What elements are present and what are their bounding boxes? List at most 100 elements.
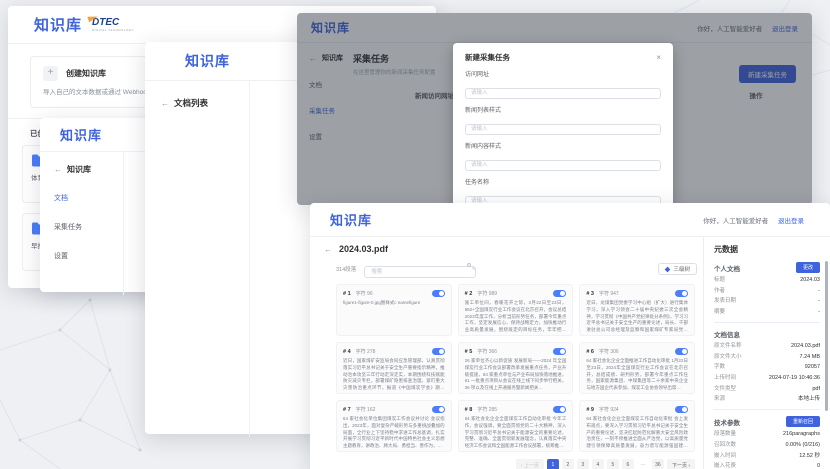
chunk-char-count: 字符 285	[477, 406, 497, 413]
scrollbar-thumb[interactable]	[825, 261, 828, 411]
doc-type-label: 个人文档	[714, 263, 740, 273]
new-task-modal: 新建采集任务 × 访问网址 新闻列表样式 新闻内容样式	[453, 43, 673, 205]
pagination-page-button[interactable]: 2	[562, 459, 574, 469]
tech-fields: 段落数量 216paragraphs 召回次数 0.00% (0/216) 嵌入…	[714, 431, 820, 469]
document-title: 2024.03.pdf	[339, 244, 388, 254]
meta-row: 标题 2024.03	[714, 277, 820, 284]
diamond-icon	[665, 266, 671, 272]
field-input[interactable]	[465, 88, 661, 99]
chunk-char-count: 字符 924	[599, 406, 619, 413]
chunk-number: # 6	[586, 349, 594, 355]
doc-info-title: 文档信息	[714, 329, 740, 339]
metadata-title: 元数据	[714, 244, 820, 255]
back-label: 文档列表	[174, 97, 208, 109]
chunk-number: # 3	[586, 291, 594, 297]
pagination-page-button[interactable]: 3	[577, 459, 589, 469]
chunk-card[interactable]: # 6 字符 306 64 家社会化企业全面推进工作自动化审批 1月22日至23…	[579, 342, 695, 394]
tree-level-button[interactable]: 三级树	[658, 263, 697, 275]
chunk-enabled-toggle[interactable]	[553, 406, 566, 413]
close-icon[interactable]: ×	[656, 53, 661, 62]
create-kb-title: 创建知识库	[66, 68, 106, 79]
field-label: 任务名称	[465, 177, 661, 186]
chunk-char-count: 字符 162	[356, 406, 376, 413]
back-arrow-icon[interactable]: ←	[324, 245, 332, 254]
sidebar: ← 知识库 文档 采集任务 设置	[40, 152, 124, 295]
metadata-panel: 元数据 个人文档 更改 标题 2024.03 作者 -	[703, 237, 830, 469]
sidebar-nav-item[interactable]: 文档	[54, 193, 123, 203]
chunk-enabled-toggle[interactable]	[432, 348, 445, 355]
chunk-enabled-toggle[interactable]	[675, 290, 688, 297]
app-title: 知识库	[185, 51, 230, 71]
chunk-card[interactable]: # 7 字符 162 64 家社会化单位集团煤炭工作会议并讨论 会议指出，202…	[336, 400, 452, 452]
meta-row: 文件类型 pdf	[714, 386, 820, 393]
chunk-card[interactable]: # 3 字符 947 近日，龙煤集团党委学习中心组（扩大）进行集体学习，深入学习…	[579, 284, 695, 336]
tech-params-title: 技术参数	[714, 417, 740, 427]
info-fields: 原文件名称 2024.03.pdf 原文件大小 7.24 MB 字数 92057	[714, 343, 820, 403]
edit-metadata-button[interactable]: 更改	[796, 262, 820, 273]
back-nav[interactable]: ← 文档列表	[161, 97, 249, 109]
meta-row: 来源 本地上传	[714, 396, 820, 403]
chunk-text: figure1-figure-0.jpg图样式c namefigure	[343, 300, 445, 307]
chunk-char-count: 字符 96	[356, 290, 373, 297]
meta-row: 摘要 -	[714, 309, 820, 316]
chunk-number: # 2	[465, 291, 473, 297]
window-collection-tasks: 知识库 你好，人工智能爱好者 退出登录 ← 知识库 文档 采集任务 设置 采集任…	[297, 13, 812, 205]
chunk-card[interactable]: # 2 字符 989 施工单位间，春暖花开之际，3月22日至23日，962+全国…	[458, 284, 574, 336]
chunk-char-count: 字符 366	[477, 348, 497, 355]
chunk-enabled-toggle[interactable]	[432, 406, 445, 413]
logout-link[interactable]: 退出登录	[778, 218, 804, 225]
chunk-enabled-toggle[interactable]	[553, 290, 566, 297]
chunk-enabled-toggle[interactable]	[553, 348, 566, 355]
meta-row: 召回次数 0.00% (0/216)	[714, 442, 820, 449]
chunk-char-count: 字符 989	[477, 290, 497, 297]
pagination-prev-button[interactable]: ‹ 上一页	[516, 459, 544, 469]
chunk-text: 64 家社会化企业全面煤炭工作自动化审批 会上发布观点，要深入学习贯彻习近平总书…	[586, 416, 688, 450]
pagination-page-button[interactable]: 6	[622, 459, 634, 469]
pagination-page-button[interactable]: 5	[607, 459, 619, 469]
modal-title: 新建采集任务	[465, 52, 510, 63]
field-input[interactable]	[465, 160, 661, 171]
field-label: 新闻内容样式	[465, 141, 661, 150]
field-label: 访问网址	[465, 69, 661, 78]
pagination-next-button[interactable]: 下一页 ›	[667, 459, 695, 469]
pagination-page-button[interactable]: 1	[547, 459, 559, 469]
chunk-card[interactable]: # 4 字符 278 近日，国家煤矿安监局会同应急管理部，认真贯彻落实习近平总书…	[336, 342, 452, 394]
chunk-text: 26 家单位齐心以新促质 发展新局——2024 年全国煤炭行业工作会议部署改革发…	[465, 358, 567, 392]
chunk-text: 64 家社会化企业全面煤炭工作自动化审批 今年工作，会议强调，要全面贯彻党的二十…	[465, 416, 567, 450]
sidebar-nav: 文档 采集任务 设置	[54, 193, 123, 261]
back-label: 知识库	[67, 164, 91, 175]
sidebar: ← 文档列表	[145, 81, 250, 437]
pagination-page-button[interactable]: ···	[637, 459, 649, 469]
pagination: ‹ 上一页 1 2 3 4 5 6 ···	[322, 459, 695, 469]
pagination-page-button[interactable]: 36	[652, 459, 664, 469]
back-arrow-icon: ←	[161, 99, 169, 108]
chunk-card[interactable]: # 9 字符 924 64 家社会化企业全面煤炭工作自动化审批 会上发布观点，要…	[579, 400, 695, 452]
app-title: 知识库	[60, 125, 102, 144]
chunk-char-count: 字符 278	[356, 348, 376, 355]
divider	[714, 322, 820, 323]
back-arrow-icon: ←	[54, 165, 62, 174]
app-title: 知识库	[34, 14, 82, 35]
chunks-main: ← 2024.03.pdf 314段落 三级树	[310, 237, 703, 469]
field-input[interactable]	[465, 124, 661, 135]
re-recall-button[interactable]: 重新召回	[786, 416, 820, 427]
plus-icon: +	[43, 66, 58, 81]
chunk-enabled-toggle[interactable]	[675, 348, 688, 355]
chunk-number: # 4	[343, 349, 351, 355]
back-nav[interactable]: ← 知识库	[54, 164, 123, 175]
sidebar-nav-item[interactable]: 设置	[54, 251, 123, 261]
chunk-enabled-toggle[interactable]	[675, 406, 688, 413]
chunk-enabled-toggle[interactable]	[432, 290, 445, 297]
chunk-card[interactable]: # 5 字符 366 26 家单位齐心以新促质 发展新局——2024 年全国煤炭…	[458, 342, 574, 394]
meta-row: 嵌入花费 0	[714, 463, 820, 469]
search-input[interactable]	[364, 266, 476, 278]
meta-row: 作者 -	[714, 288, 820, 295]
chunk-text: 施工单位间，春暖花开之际，3月22日至23日，962+全国煤炭行业工作会议在北京…	[465, 300, 567, 334]
meta-row: 字数 92057	[714, 364, 820, 371]
chunk-card[interactable]: # 1 字符 96 figure1-figure-0.jpg图样式c namef…	[336, 284, 452, 336]
chunk-number: # 9	[586, 407, 594, 413]
sidebar-nav-item[interactable]: 采集任务	[54, 222, 123, 232]
pagination-page-button[interactable]: 4	[592, 459, 604, 469]
chunk-text: 64 家社会化企业全面推进工作自动化审批 1月22日至23日，2024年全国煤炭…	[586, 358, 688, 392]
chunk-card[interactable]: # 8 字符 285 64 家社会化企业全面煤炭工作自动化审批 今年工作，会议强…	[458, 400, 574, 452]
